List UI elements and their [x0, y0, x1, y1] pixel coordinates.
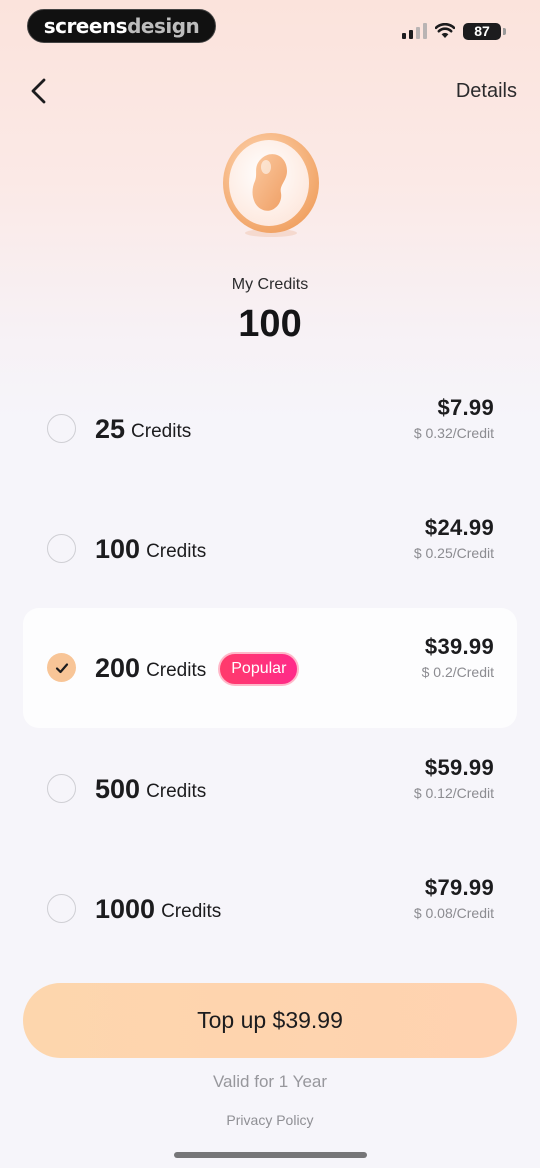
- brand-text-first: screens: [43, 14, 128, 38]
- package-option-200[interactable]: 200 Credits Popular $39.99 $ 0.2/Credit: [23, 608, 517, 728]
- package-title: 100 Credits: [95, 489, 206, 609]
- top-up-button[interactable]: Top up $39.99: [23, 983, 517, 1058]
- radio-button[interactable]: [47, 414, 76, 443]
- home-indicator[interactable]: [174, 1152, 367, 1158]
- brand-watermark: screens design: [27, 9, 216, 43]
- package-amount: 200: [95, 652, 141, 683]
- package-price: $7.99: [437, 395, 494, 420]
- my-credits-label: My Credits: [231, 276, 309, 293]
- package-title: 1000 Credits: [95, 849, 221, 969]
- package-amount: 1000: [95, 893, 156, 924]
- price-per-credit: $ 0.12/Credit: [413, 785, 494, 801]
- package-unit: Credits: [146, 780, 207, 802]
- back-button[interactable]: [24, 74, 58, 108]
- battery-cap: [503, 27, 506, 35]
- package-price-block: $39.99 $ 0.2/Credit: [422, 634, 494, 680]
- package-option-100[interactable]: 100 Credits $24.99 $ 0.25/Credit: [23, 489, 517, 609]
- package-price: $24.99: [424, 515, 494, 540]
- credit-balance: 100: [238, 303, 302, 345]
- package-title: 500 Credits: [95, 729, 206, 849]
- radio-button-checked[interactable]: [47, 653, 76, 682]
- package-price-block: $7.99 $ 0.32/Credit: [414, 395, 494, 441]
- price-per-credit: $ 0.32/Credit: [413, 425, 494, 441]
- package-title: 25 Credits: [95, 369, 191, 489]
- popular-badge: Popular: [218, 652, 300, 686]
- wifi-icon: [435, 23, 455, 38]
- package-unit: Credits: [161, 900, 222, 922]
- package-price: $79.99: [424, 875, 494, 900]
- signal-icon: [402, 23, 427, 39]
- package-price: $39.99: [424, 634, 494, 659]
- package-unit: Credits: [131, 420, 192, 442]
- details-link[interactable]: Details: [456, 80, 517, 103]
- package-amount: 25: [95, 413, 126, 444]
- package-unit: Credits: [146, 659, 207, 681]
- privacy-policy-link[interactable]: Privacy Policy: [0, 1112, 540, 1128]
- package-price-block: $59.99 $ 0.12/Credit: [414, 755, 494, 801]
- package-amount: 500: [95, 773, 141, 804]
- radio-button[interactable]: [47, 894, 76, 923]
- checkmark-icon: [55, 662, 68, 673]
- price-per-credit: $ 0.2/Credit: [421, 664, 494, 680]
- radio-button[interactable]: [47, 774, 76, 803]
- price-per-credit: $ 0.25/Credit: [413, 545, 494, 561]
- package-option-500[interactable]: 500 Credits $59.99 $ 0.12/Credit: [23, 729, 517, 849]
- package-price-block: $24.99 $ 0.25/Credit: [414, 515, 494, 561]
- status-icons: 87: [402, 20, 506, 42]
- package-price: $59.99: [424, 755, 494, 780]
- radio-button[interactable]: [47, 534, 76, 563]
- price-per-credit: $ 0.08/Credit: [413, 905, 494, 921]
- battery-icon: 87: [463, 22, 501, 40]
- coin-bean-icon: [221, 131, 321, 239]
- brand-text-second: design: [127, 14, 200, 38]
- package-option-25[interactable]: 25 Credits $7.99 $ 0.32/Credit: [23, 369, 517, 489]
- package-option-1000[interactable]: 1000 Credits $79.99 $ 0.08/Credit: [23, 849, 517, 969]
- back-chevron-icon: [31, 78, 46, 104]
- validity-text: Valid for 1 Year: [212, 1072, 328, 1091]
- package-amount: 100: [95, 533, 141, 564]
- package-title: 200 Credits Popular: [95, 608, 300, 728]
- package-unit: Credits: [146, 540, 207, 562]
- package-price-block: $79.99 $ 0.08/Credit: [414, 875, 494, 921]
